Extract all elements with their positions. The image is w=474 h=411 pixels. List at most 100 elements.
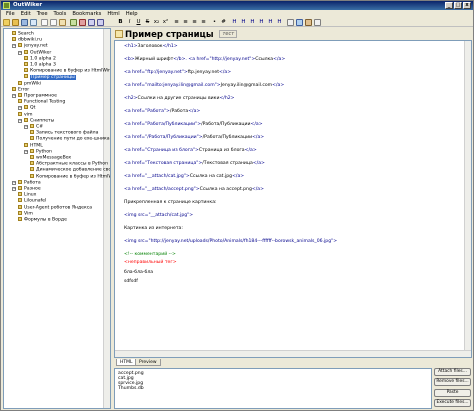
attach-files-button[interactable]: Attach files... — [434, 368, 471, 376]
h1-icon[interactable]: H — [231, 19, 238, 26]
menu-bookmarks[interactable]: Bookmarks — [69, 10, 104, 18]
remove-page-icon[interactable] — [79, 19, 86, 26]
menu-tree[interactable]: Tree — [34, 10, 51, 18]
collapse-toggle-icon[interactable]: − — [18, 106, 22, 111]
tree-item[interactable]: 1.0 alpha 2 — [24, 55, 56, 62]
collapse-toggle-icon[interactable]: − — [12, 94, 16, 98]
tree-item[interactable]: Динамическое добавление свойст — [30, 167, 110, 173]
tree-item[interactable]: Абстрактные классы в Python — [30, 161, 108, 167]
tree-item[interactable]: Копирование в буфер из HtmlWindo — [30, 173, 110, 180]
tree-item-label: Программное — [24, 93, 57, 99]
collapse-toggle-icon[interactable]: − — [12, 187, 16, 191]
tree-item[interactable]: User-Agent роботов Яндекса — [18, 204, 92, 211]
h5-icon[interactable]: H — [267, 19, 274, 26]
tree-item[interactable]: vim — [18, 111, 32, 118]
subscript-icon[interactable]: x₂ — [153, 19, 160, 26]
paste-icon[interactable] — [59, 19, 66, 26]
menu-tools[interactable]: Tools — [51, 10, 70, 18]
tree-item[interactable]: − Сниппеты — [18, 117, 54, 124]
add-page-icon[interactable] — [70, 19, 77, 26]
move-up-icon[interactable] — [88, 19, 95, 26]
image-icon[interactable] — [305, 19, 312, 26]
align-center-icon[interactable]: ≡ — [182, 19, 189, 26]
reload-icon[interactable] — [30, 19, 37, 26]
tree-item[interactable]: Получение пути до exe-шника — [30, 136, 110, 142]
justify-icon[interactable]: ≡ — [200, 19, 207, 26]
save-icon[interactable] — [21, 19, 28, 26]
collapse-toggle-icon[interactable]: − — [18, 118, 22, 123]
align-left-icon[interactable]: ≡ — [173, 19, 180, 26]
superscript-icon[interactable]: x² — [162, 19, 169, 26]
collapse-toggle-icon[interactable]: − — [24, 149, 28, 154]
cut-icon[interactable] — [41, 19, 48, 26]
h2-icon[interactable]: H — [240, 19, 247, 26]
tree-scrollbar[interactable] — [103, 29, 110, 408]
attachments-list[interactable]: accept.png cat.jpg sprvice.jpg Thumbs.db — [114, 368, 432, 409]
minimize-button[interactable]: _ — [445, 2, 453, 9]
tree-item[interactable]: Functional Testing — [18, 99, 65, 105]
menu-help[interactable]: Help — [123, 10, 141, 18]
h3-icon[interactable]: H — [249, 19, 256, 26]
new-wiki-icon[interactable] — [3, 19, 10, 26]
tree-item[interactable]: HTML — [24, 142, 43, 149]
bold-icon[interactable]: B — [117, 19, 124, 26]
tree-item[interactable]: − Qt — [18, 105, 35, 111]
tree-item[interactable]: − C# — [24, 124, 43, 130]
tree-item[interactable]: − OutWiker — [18, 49, 51, 56]
tree-item[interactable]: Vim — [18, 210, 33, 217]
menu-file[interactable]: File — [3, 10, 18, 18]
underline-icon[interactable]: U — [135, 19, 142, 26]
page-tag[interactable]: тест — [219, 30, 238, 38]
h6-icon[interactable]: H — [276, 19, 283, 26]
tree-item[interactable]: − Разное — [12, 186, 41, 192]
remove-files-button[interactable]: Remove files... — [434, 378, 471, 386]
maximize-button[interactable]: □ — [454, 2, 462, 9]
tree-item[interactable]: wxMessageBox — [30, 155, 71, 161]
close-button[interactable]: x — [463, 2, 471, 9]
tree-item[interactable]: Запись текстового файла — [30, 130, 98, 136]
h4-icon[interactable]: H — [258, 19, 265, 26]
menu-edit[interactable]: Edit — [18, 10, 34, 18]
tree-item[interactable]: − Программное — [12, 93, 57, 99]
copy-icon[interactable] — [50, 19, 57, 26]
tree-item[interactable]: − Работа — [12, 179, 41, 186]
menu-html[interactable]: Html — [104, 10, 122, 18]
paste-button[interactable]: Paste — [434, 389, 471, 397]
tree-item[interactable]: − Python — [24, 148, 52, 155]
code-icon[interactable] — [287, 19, 294, 26]
tree-item[interactable]: Копирование в буфер из HtmlWindow — [24, 68, 110, 74]
tree-item[interactable]: − jenyay.net — [12, 43, 48, 49]
tree-item[interactable]: Linux — [18, 192, 36, 198]
tree-item[interactable]: Error — [12, 86, 29, 93]
tree-item[interactable]: Формулы в Ворде — [18, 217, 67, 223]
italic-icon[interactable]: I — [126, 19, 133, 26]
collapse-toggle-icon[interactable]: − — [18, 50, 22, 55]
editor-hscroll[interactable] — [115, 350, 471, 357]
tab-html[interactable]: HTML — [116, 359, 137, 366]
execute-files-button[interactable]: Execute files... — [434, 399, 471, 407]
strike-icon[interactable]: S — [144, 19, 151, 26]
move-down-icon[interactable] — [97, 19, 104, 26]
editor-vscroll[interactable] — [464, 41, 471, 357]
tree-item[interactable]: 1.0 alpha 3 — [24, 62, 56, 68]
page-node-icon — [18, 186, 22, 190]
collapse-toggle-icon[interactable]: − — [12, 180, 16, 185]
align-right-icon[interactable]: ≡ — [191, 19, 198, 26]
attachment-item[interactable]: Thumbs.db — [118, 386, 144, 391]
tab-preview[interactable]: Preview — [135, 359, 161, 366]
html-editor[interactable]: <h1>Заголовок</h1> <b>Жирный шрифт</b>. <… — [114, 40, 472, 358]
tree-item-label: Пример страницы — [30, 74, 76, 80]
open-folder-icon[interactable] — [12, 19, 19, 26]
tree-item[interactable]: pmWiki — [18, 80, 41, 87]
editor-line: <a href="Работа">/Работа</a> — [124, 109, 200, 115]
tree-item[interactable]: Пример страницы — [24, 74, 76, 80]
list-numbers-icon[interactable]: # — [220, 19, 227, 26]
tree-item[interactable]: dbbwiki.ru — [12, 37, 42, 43]
tree-item[interactable]: Search — [12, 31, 34, 37]
list-bullets-icon[interactable]: • — [211, 19, 218, 26]
collapse-toggle-icon[interactable]: − — [24, 125, 28, 129]
tree-item[interactable]: Lilounafel — [18, 198, 46, 204]
collapse-toggle-icon[interactable]: − — [12, 44, 16, 49]
link-icon[interactable] — [296, 19, 303, 26]
table-icon[interactable] — [314, 19, 321, 26]
